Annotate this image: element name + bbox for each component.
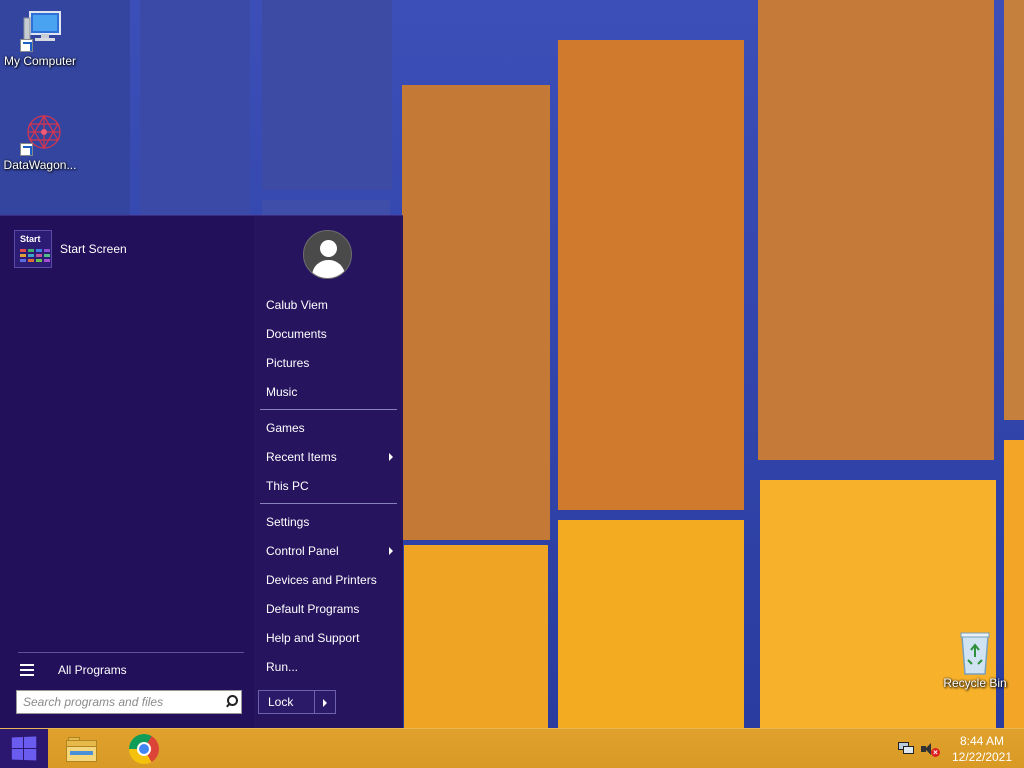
menu-item-label: Music: [266, 384, 298, 399]
taskbar: × 8:44 AM 12/22/2021: [0, 728, 1024, 768]
chevron-right-icon: [323, 699, 327, 707]
pinned-start-screen[interactable]: Start Start Screen: [14, 230, 127, 268]
volume-muted-icon[interactable]: ×: [921, 742, 940, 757]
start-menu-places-pane: Calub Viem Documents Pictures Music Game…: [254, 216, 403, 728]
windows-logo-icon: [11, 736, 37, 761]
wallpaper-pane: [404, 545, 548, 728]
datawagon-icon: [16, 112, 64, 156]
computer-icon: [16, 8, 64, 52]
menu-item-help-and-support[interactable]: Help and Support: [260, 623, 397, 652]
search-input[interactable]: [17, 692, 221, 712]
start-menu-programs-pane: Start Start Screen All Programs: [0, 216, 254, 728]
start-screen-label: Start Screen: [60, 242, 127, 256]
menu-separator: [260, 503, 397, 504]
menu-item-label: Help and Support: [266, 630, 360, 645]
wallpaper-pane: [1004, 0, 1024, 420]
power-options-button[interactable]: [314, 690, 336, 714]
start-button[interactable]: [0, 729, 48, 768]
wallpaper-pane: [402, 85, 550, 540]
menu-item-settings[interactable]: Settings: [260, 507, 397, 536]
menu-item-user-folder[interactable]: Calub Viem: [260, 290, 397, 319]
user-avatar[interactable]: [303, 230, 352, 279]
menu-item-run[interactable]: Run...: [260, 652, 397, 681]
wallpaper-pane: [262, 0, 392, 190]
desktop-icon-label: DataWagon...: [3, 158, 77, 172]
start-tile-text: Start: [20, 234, 41, 244]
network-icon[interactable]: [898, 742, 914, 756]
wallpaper-pane: [558, 40, 744, 510]
power-button-group: Lock: [258, 690, 336, 714]
lock-button[interactable]: Lock: [258, 690, 314, 714]
menu-item-label: Pictures: [266, 355, 310, 370]
menu-item-devices-and-printers[interactable]: Devices and Printers: [260, 565, 397, 594]
menu-item-pictures[interactable]: Pictures: [260, 348, 397, 377]
menu-item-label: Games: [266, 420, 305, 435]
shortcut-arrow-icon: [20, 143, 33, 156]
clock-time: 8:44 AM: [959, 734, 1005, 748]
wallpaper-pane: [140, 0, 250, 215]
recycle-bin-icon: [951, 630, 999, 675]
search-icon[interactable]: [221, 692, 241, 712]
desktop-icon-datawagon[interactable]: DataWagon...: [0, 112, 80, 172]
submenu-arrow-icon: [389, 547, 393, 555]
desktop-icon-my-computer[interactable]: My Computer: [0, 8, 80, 68]
menu-item-label: Default Programs: [266, 601, 360, 616]
all-programs-button[interactable]: All Programs: [18, 652, 244, 678]
menu-item-label: Calub Viem: [266, 297, 328, 312]
taskbar-file-explorer[interactable]: [57, 729, 105, 768]
start-menu: Start Start Screen All Programs Search p…: [0, 215, 403, 728]
desktop-icon-label: Recycle Bin: [943, 676, 1007, 690]
menu-separator: [260, 409, 397, 410]
menu-item-default-programs[interactable]: Default Programs: [260, 594, 397, 623]
clock-date: 12/22/2021: [951, 750, 1013, 764]
menu-item-label: Documents: [266, 326, 327, 341]
desktop-icon-label: My Computer: [3, 54, 77, 68]
menu-item-label: Recent Items: [266, 449, 337, 464]
menu-item-label: Settings: [266, 514, 310, 529]
all-programs-label: All Programs: [58, 662, 127, 677]
chrome-icon[interactable]: [129, 734, 159, 764]
list-icon: [20, 663, 34, 676]
menu-item-control-panel[interactable]: Control Panel: [260, 536, 397, 565]
start-screen-icon: Start: [14, 230, 52, 268]
menu-item-label: Run...: [266, 659, 299, 674]
menu-item-music[interactable]: Music: [260, 377, 397, 406]
places-list: Calub Viem Documents Pictures Music Game…: [260, 290, 397, 681]
menu-item-label: Devices and Printers: [266, 572, 377, 587]
wallpaper-pane: [558, 520, 744, 728]
menu-item-label: Control Panel: [266, 543, 339, 558]
menu-item-games[interactable]: Games: [260, 413, 397, 442]
menu-item-this-pc[interactable]: This PC: [260, 471, 397, 500]
desktop-icon-recycle-bin[interactable]: Recycle Bin: [935, 630, 1015, 690]
system-clock[interactable]: 8:44 AM 12/22/2021: [944, 733, 1020, 765]
menu-item-recent-items[interactable]: Recent Items: [260, 442, 397, 471]
shortcut-arrow-icon: [20, 39, 33, 52]
search-box: [16, 690, 242, 714]
wallpaper-pane: [760, 480, 996, 728]
wallpaper-pane: [758, 0, 994, 460]
submenu-arrow-icon: [389, 453, 393, 461]
menu-item-label: This PC: [266, 478, 309, 493]
menu-item-documents[interactable]: Documents: [260, 319, 397, 348]
file-explorer-icon: [66, 737, 97, 762]
